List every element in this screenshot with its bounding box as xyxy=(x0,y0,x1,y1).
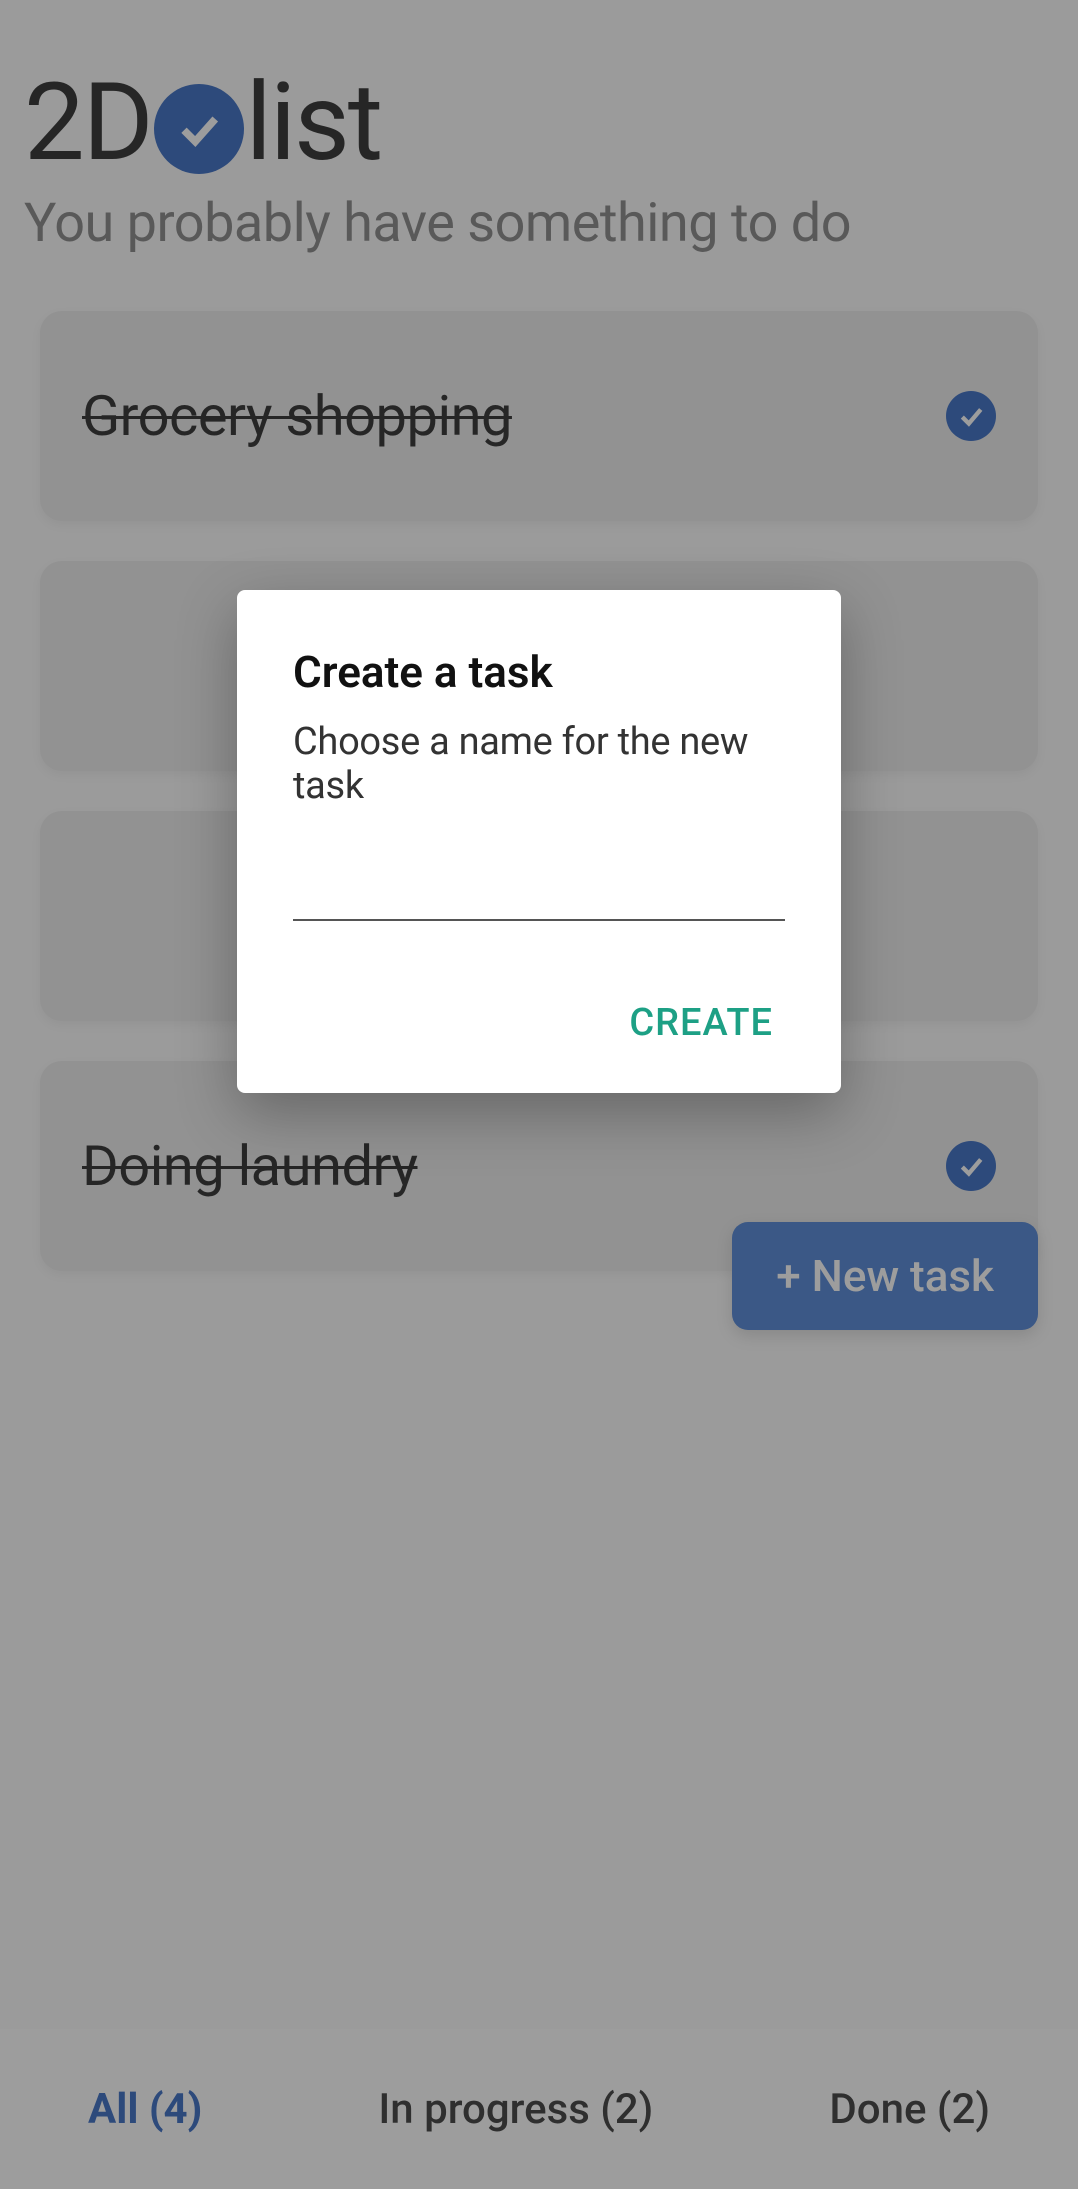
app-screen: 2D list You probably have something to d… xyxy=(0,0,1078,2189)
create-task-dialog: Create a task Choose a name for the new … xyxy=(237,590,841,1093)
dialog-title: Create a task xyxy=(293,646,785,698)
dialog-actions: CREATE xyxy=(293,977,785,1069)
modal-scrim[interactable] xyxy=(0,0,1078,2189)
dialog-subtitle: Choose a name for the new task xyxy=(293,720,785,808)
task-name-input[interactable] xyxy=(293,856,785,921)
create-button[interactable]: CREATE xyxy=(617,989,785,1057)
